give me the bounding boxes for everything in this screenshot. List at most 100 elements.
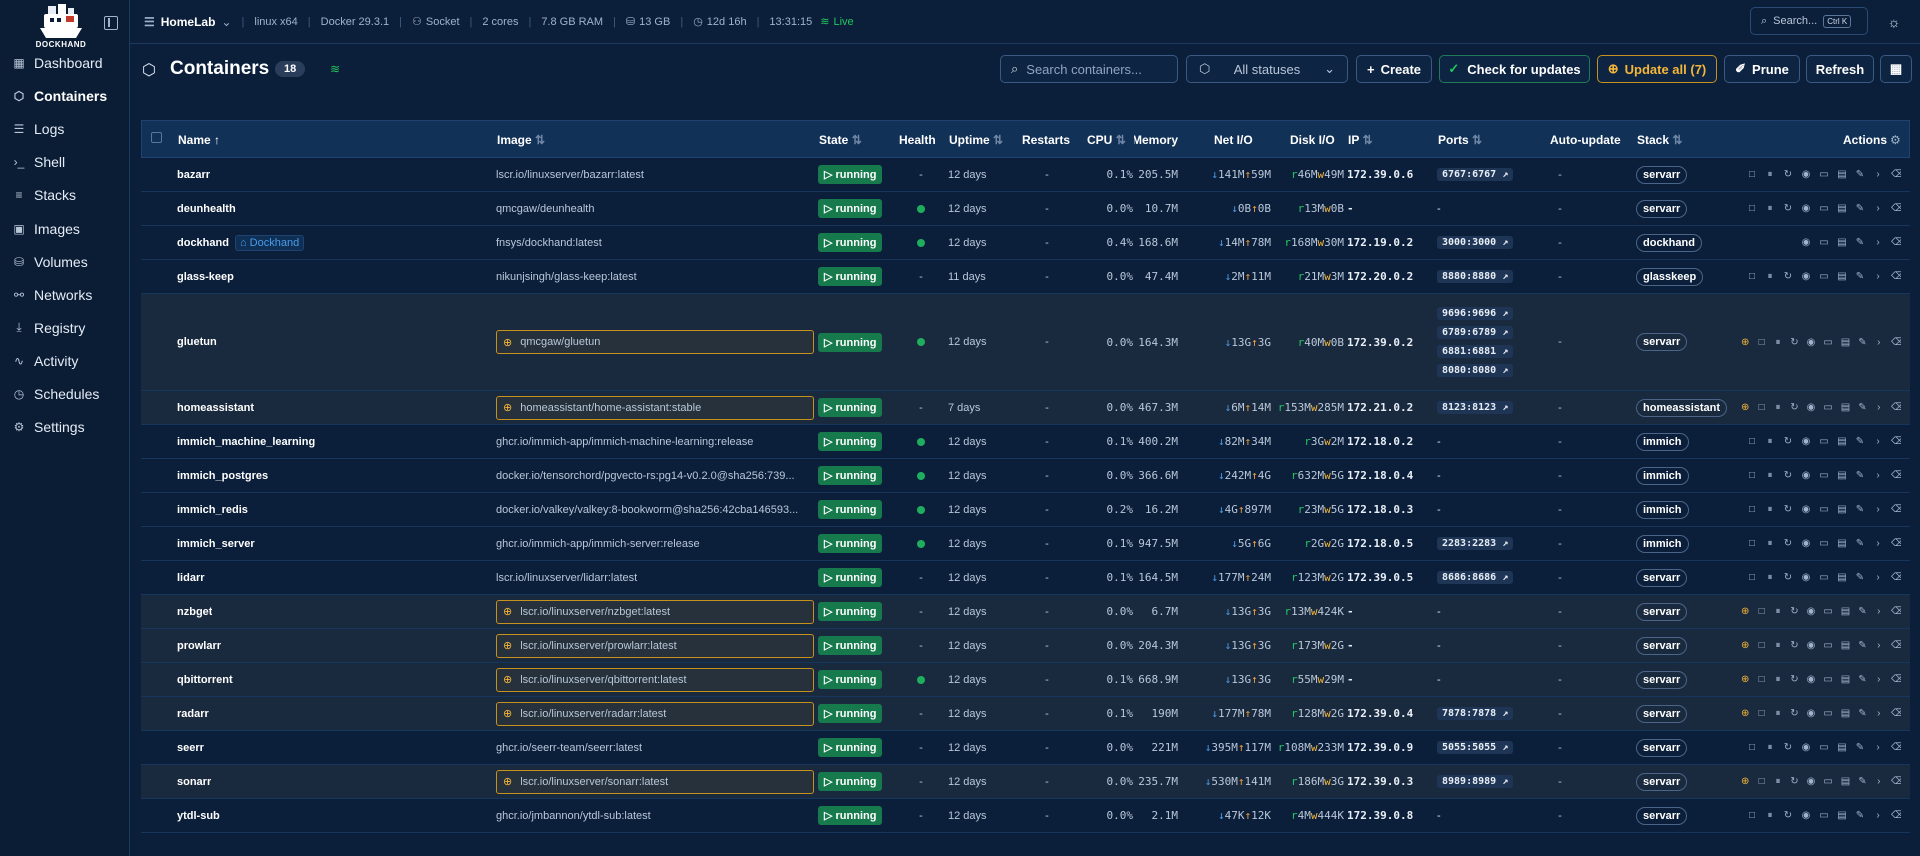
restart-icon[interactable]: ↻ (1783, 810, 1793, 821)
trash-icon[interactable]: ⌫ (1891, 606, 1901, 617)
container-image[interactable]: ⊕ lscr.io/linuxserver/sonarr:latest (496, 765, 814, 798)
folder-icon[interactable]: ▭ (1819, 504, 1829, 515)
stack-badge[interactable]: servarr (1636, 165, 1688, 184)
file-icon[interactable]: ▤ (1837, 538, 1847, 549)
folder-icon[interactable]: ▭ (1819, 271, 1829, 282)
stop-icon[interactable]: □ (1747, 470, 1757, 481)
image-update-box[interactable]: ⊕ homeassistant/home-assistant:stable (496, 395, 814, 420)
table-row[interactable]: glass-keep nikunjsingh/glass-keep:latest ▷… (141, 260, 1910, 294)
pause-icon[interactable]: ⏸ (1765, 169, 1775, 180)
table-row[interactable]: immich_postgres docker.io/tensorchord/pgv… (141, 459, 1910, 493)
sidebar-item-stacks[interactable]: ≡ Stacks (6, 182, 124, 208)
trash-icon[interactable]: ⌫ (1891, 237, 1901, 248)
folder-icon[interactable]: ▭ (1819, 538, 1829, 549)
col-ip[interactable]: IP ⇅ (1348, 133, 1373, 147)
table-row[interactable]: ytdl-sub ghcr.io/jmbannon/ytdl-sub:latest… (141, 799, 1910, 833)
folder-icon[interactable]: ▭ (1823, 708, 1832, 719)
port-link[interactable]: 7878:7878 ↗ (1437, 707, 1514, 720)
stop-icon[interactable]: □ (1747, 169, 1757, 180)
edit-icon[interactable]: ✎ (1855, 169, 1865, 180)
trash-icon[interactable]: ⌫ (1891, 640, 1901, 651)
eye-icon[interactable]: ◉ (1807, 708, 1816, 719)
col-state[interactable]: State ⇅ (819, 133, 862, 147)
global-search-button[interactable]: ⌕ Search... Ctrl K (1750, 7, 1868, 35)
table-row[interactable]: seerr ghcr.io/seerr-team/seerr:latest ▷ ru… (141, 731, 1910, 765)
file-icon[interactable]: ▤ (1841, 674, 1850, 685)
restart-icon[interactable]: ↻ (1783, 271, 1793, 282)
terminal-icon[interactable]: › (1873, 572, 1883, 583)
container-image[interactable]: lscr.io/linuxserver/lidarr:latest (496, 561, 814, 594)
stack-badge[interactable]: servarr (1636, 738, 1688, 757)
trash-icon[interactable]: ⌫ (1891, 436, 1901, 447)
sidebar-item-logs[interactable]: ☰ Logs (6, 116, 124, 142)
folder-icon[interactable]: ▭ (1823, 337, 1832, 348)
update-icon[interactable]: ⊕ (1741, 708, 1749, 719)
edit-icon[interactable]: ✎ (1855, 742, 1865, 753)
image-update-box[interactable]: ⊕ qmcgaw/gluetun (496, 330, 814, 354)
stack-badge[interactable]: immich (1636, 534, 1689, 553)
container-image[interactable]: ⊕ qmcgaw/gluetun (496, 294, 814, 390)
container-image[interactable]: ghcr.io/seerr-team/seerr:latest (496, 731, 814, 764)
folder-icon[interactable]: ▭ (1819, 572, 1829, 583)
terminal-icon[interactable]: › (1873, 742, 1883, 753)
image-update-box[interactable]: ⊕ lscr.io/linuxserver/nzbget:latest (496, 599, 814, 624)
file-icon[interactable]: ▤ (1837, 271, 1847, 282)
folder-icon[interactable]: ▭ (1819, 203, 1829, 214)
eye-icon[interactable]: ◉ (1801, 810, 1811, 821)
sidebar-item-activity[interactable]: ∿ Activity (6, 348, 124, 374)
create-button[interactable]: + Create (1356, 55, 1432, 83)
eye-icon[interactable]: ◉ (1801, 203, 1811, 214)
eye-icon[interactable]: ◉ (1807, 776, 1816, 787)
stop-icon[interactable]: □ (1747, 436, 1757, 447)
eye-icon[interactable]: ◉ (1801, 470, 1811, 481)
restart-icon[interactable]: ↻ (1790, 708, 1798, 719)
stack-badge[interactable]: servarr (1636, 704, 1688, 723)
eye-icon[interactable]: ◉ (1807, 674, 1816, 685)
sidebar-item-registry[interactable]: ⤓ Registry (6, 315, 124, 341)
edit-icon[interactable]: ✎ (1858, 708, 1866, 719)
container-name[interactable]: gluetun (177, 294, 217, 390)
trash-icon[interactable]: ⌫ (1891, 538, 1901, 549)
edit-icon[interactable]: ✎ (1858, 776, 1866, 787)
port-link[interactable]: 8989:8989 ↗ (1437, 775, 1514, 788)
container-name[interactable]: radarr (177, 697, 209, 730)
table-row[interactable]: deunhealth qmcgaw/deunhealth ▷ running 12 d… (141, 192, 1910, 226)
pause-icon[interactable]: ⏸ (1774, 337, 1782, 348)
port-link[interactable]: 8080:8080 ↗ (1437, 364, 1514, 377)
stack-badge[interactable]: servarr (1636, 772, 1688, 791)
container-image[interactable]: ⊕ lscr.io/linuxserver/prowlarr:latest (496, 629, 814, 662)
sidebar-item-volumes[interactable]: ⛁ Volumes (6, 249, 124, 275)
check-updates-button[interactable]: ✓ Check for updates (1439, 55, 1590, 83)
update-icon[interactable]: ⊕ (1741, 776, 1749, 787)
stack-badge[interactable]: immich (1636, 500, 1689, 519)
restart-icon[interactable]: ↻ (1783, 504, 1793, 515)
col-uptime[interactable]: Uptime ⇅ (949, 133, 1003, 147)
container-name[interactable]: bazarr (177, 158, 210, 191)
file-icon[interactable]: ▤ (1837, 810, 1847, 821)
pause-icon[interactable]: ⏸ (1765, 203, 1775, 214)
folder-icon[interactable]: ▭ (1819, 470, 1829, 481)
container-image[interactable]: nikunjsingh/glass-keep:latest (496, 260, 814, 293)
restart-icon[interactable]: ↻ (1783, 538, 1793, 549)
sidebar-item-shell[interactable]: ›_ Shell (6, 149, 124, 175)
stack-badge[interactable]: glasskeep (1636, 267, 1704, 286)
file-icon[interactable]: ▤ (1837, 470, 1847, 481)
table-row[interactable]: bazarr lscr.io/linuxserver/bazarr:latest ▷… (141, 158, 1910, 192)
eye-icon[interactable]: ◉ (1801, 504, 1811, 515)
file-icon[interactable]: ▤ (1841, 402, 1850, 413)
col-cpu[interactable]: CPU ⇅ (1087, 133, 1126, 147)
terminal-icon[interactable]: › (1873, 203, 1883, 214)
edit-icon[interactable]: ✎ (1855, 436, 1865, 447)
container-name[interactable]: dockhand ⌂ Dockhand (177, 226, 305, 259)
trash-icon[interactable]: ⌫ (1891, 674, 1901, 685)
table-row[interactable]: nzbget ⊕ lscr.io/linuxserver/nzbget:latest… (141, 595, 1910, 629)
folder-icon[interactable]: ▭ (1823, 776, 1832, 787)
terminal-icon[interactable]: › (1875, 402, 1883, 413)
environment-selector[interactable]: ☰ HomeLab ⌄ (144, 15, 232, 29)
folder-icon[interactable]: ▭ (1819, 237, 1829, 248)
table-row[interactable]: qbittorrent ⊕ lscr.io/linuxserver/qbittorr… (141, 663, 1910, 697)
container-name[interactable]: homeassistant (177, 391, 254, 424)
table-row[interactable]: lidarr lscr.io/linuxserver/lidarr:latest ▷… (141, 561, 1910, 595)
file-icon[interactable]: ▤ (1837, 436, 1847, 447)
eye-icon[interactable]: ◉ (1801, 538, 1811, 549)
